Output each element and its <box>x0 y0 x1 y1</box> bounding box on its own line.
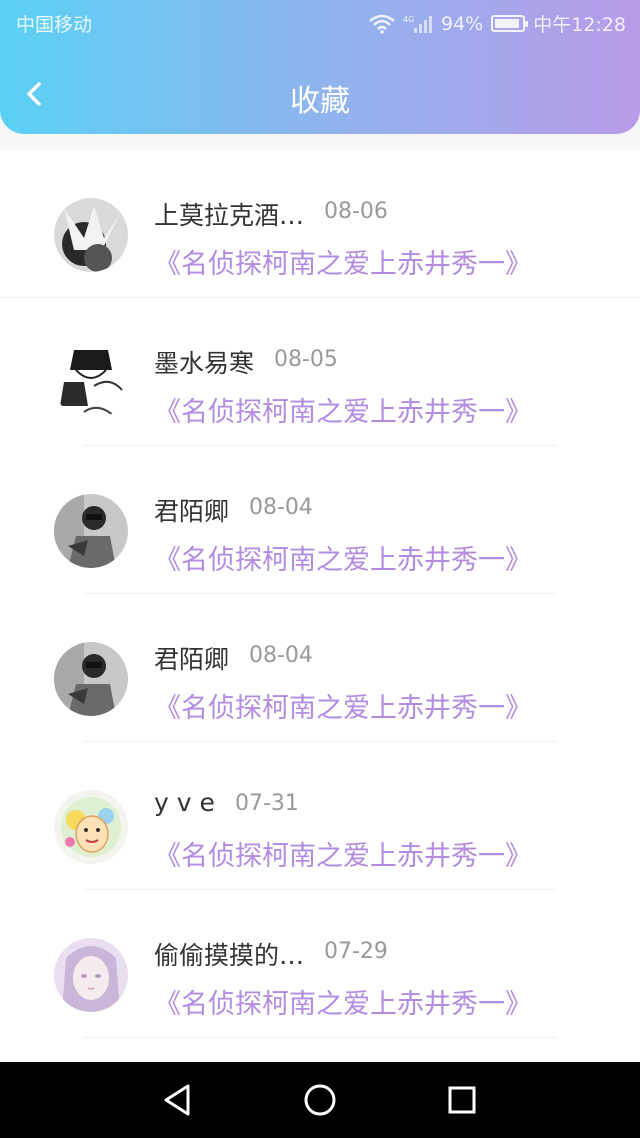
signal-icon: 4G <box>403 14 433 34</box>
nav-home-button[interactable] <box>300 1080 340 1120</box>
battery-percent: 94% <box>441 12 484 35</box>
avatar[interactable] <box>54 642 128 716</box>
nav-back-button[interactable] <box>158 1080 198 1120</box>
network-type: 4G <box>403 15 414 24</box>
favorite-date: 08-04 <box>249 495 313 520</box>
favorite-date: 08-05 <box>274 347 338 372</box>
user-name: 君陌卿 <box>154 497 230 526</box>
battery-level <box>495 19 520 28</box>
favorite-item[interactable]: 上莫拉克酒… 08-06 《名侦探柯南之爱上赤井秀一》 <box>0 150 640 298</box>
user-name: 上莫拉克酒… <box>154 201 305 230</box>
story-title-link[interactable]: 《名侦探柯南之爱上赤井秀一》 <box>154 538 532 577</box>
square-recents-icon <box>442 1080 482 1120</box>
battery-icon <box>491 15 529 32</box>
carrier-label: 中国移动 <box>16 14 93 36</box>
story-title-link[interactable]: 《名侦探柯南之爱上赤井秀一》 <box>154 834 532 873</box>
clock: 中午12:28 <box>533 14 626 36</box>
user-name: 君陌卿 <box>154 645 230 674</box>
triangle-back-icon <box>158 1080 198 1120</box>
favorite-item[interactable]: 君陌卿 08-04 《名侦探柯南之爱上赤井秀一》 <box>0 446 640 594</box>
favorite-item[interactable]: 偷偷摸摸的… 07-29 《名侦探柯南之爱上赤井秀一》 <box>0 890 640 1038</box>
favorite-item[interactable]: y v e 07-31 《名侦探柯南之爱上赤井秀一》 <box>0 742 640 890</box>
story-title-link[interactable]: 《名侦探柯南之爱上赤井秀一》 <box>154 686 532 725</box>
user-name: 偷偷摸摸的… <box>154 941 305 970</box>
header-bar: 中国移动 4G 94% 中午12:28 收藏 <box>0 0 640 134</box>
favorite-date: 08-04 <box>249 643 313 668</box>
user-name: y v e <box>154 788 215 817</box>
user-name: 墨水易寒 <box>154 349 255 378</box>
circle-home-icon <box>300 1080 340 1120</box>
favorites-list: 上莫拉克酒… 08-06 《名侦探柯南之爱上赤井秀一》 墨水易寒 08-05 《名侦探柯南… <box>0 150 640 1062</box>
avatar[interactable] <box>54 494 128 568</box>
status-bar: 中国移动 4G 94% 中午12:28 <box>0 0 640 44</box>
story-title-link[interactable]: 《名侦探柯南之爱上赤井秀一》 <box>154 242 532 281</box>
avatar[interactable] <box>54 790 128 864</box>
page-title: 收藏 <box>290 84 350 119</box>
favorite-date: 07-29 <box>324 939 388 964</box>
wifi-icon <box>369 14 395 34</box>
story-title-link[interactable]: 《名侦探柯南之爱上赤井秀一》 <box>154 390 532 429</box>
avatar[interactable] <box>54 198 128 272</box>
nav-recents-button[interactable] <box>442 1080 482 1120</box>
avatar[interactable] <box>54 938 128 1012</box>
status-indicators: 4G 94% 中午12:28 <box>369 10 626 37</box>
favorite-item[interactable]: 墨水易寒 08-05 《名侦探柯南之爱上赤井秀一》 <box>0 298 640 446</box>
story-title-link[interactable]: 《名侦探柯南之爱上赤井秀一》 <box>154 982 532 1021</box>
favorite-date: 07-31 <box>235 791 299 816</box>
avatar[interactable] <box>54 346 128 420</box>
system-nav-bar <box>0 1062 640 1138</box>
favorite-item[interactable]: 君陌卿 08-04 《名侦探柯南之爱上赤井秀一》 <box>0 594 640 742</box>
favorite-date: 08-06 <box>324 199 388 224</box>
